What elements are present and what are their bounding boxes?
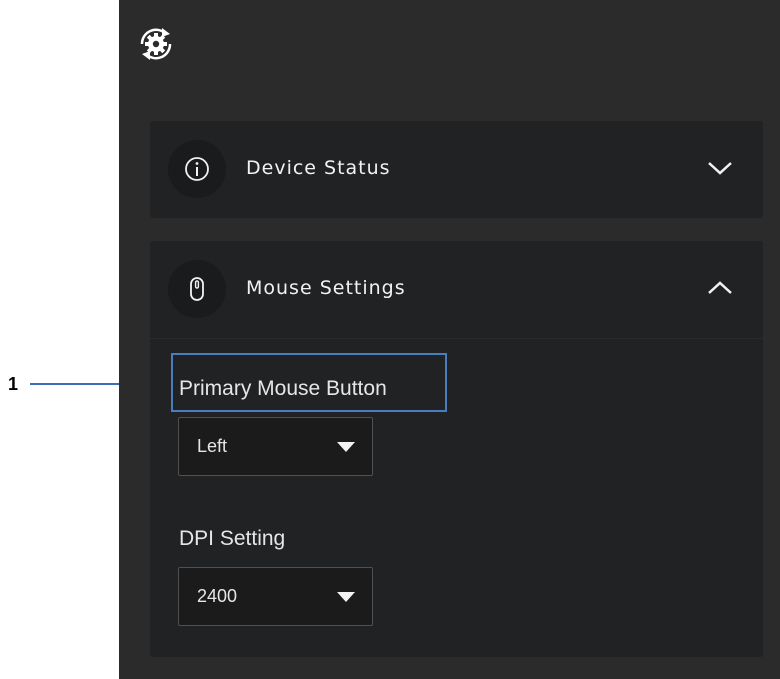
panel-divider [150, 338, 763, 339]
dpi-setting-select[interactable]: 2400 [178, 567, 373, 626]
primary-mouse-button-label: Primary Mouse Button [179, 377, 387, 400]
primary-mouse-button-select[interactable]: Left [178, 417, 373, 476]
device-status-title: Device Status [246, 157, 391, 179]
primary-mouse-button-value: Left [197, 436, 228, 456]
dropdown-arrow-icon [337, 442, 355, 452]
mouse-settings-panel: Mouse Settings Primary Mouse Button Left… [150, 241, 763, 657]
chevron-down-icon[interactable] [707, 159, 733, 177]
mouse-settings-title: Mouse Settings [246, 277, 406, 299]
mouse-settings-header[interactable]: Mouse Settings [150, 241, 763, 338]
mouse-icon [190, 277, 204, 301]
chevron-up-icon[interactable] [707, 279, 733, 297]
callout-number: 1 [8, 374, 19, 394]
info-icon [185, 157, 209, 181]
mouse-icon-container [168, 260, 226, 318]
dpi-setting-label: DPI Setting [179, 527, 286, 550]
settings-sync-icon[interactable] [132, 20, 180, 68]
info-icon-container [168, 140, 226, 198]
dpi-setting-value: 2400 [197, 586, 238, 606]
dropdown-arrow-icon [337, 592, 355, 602]
device-status-header[interactable]: Device Status [150, 121, 763, 218]
device-status-panel: Device Status [150, 121, 763, 218]
